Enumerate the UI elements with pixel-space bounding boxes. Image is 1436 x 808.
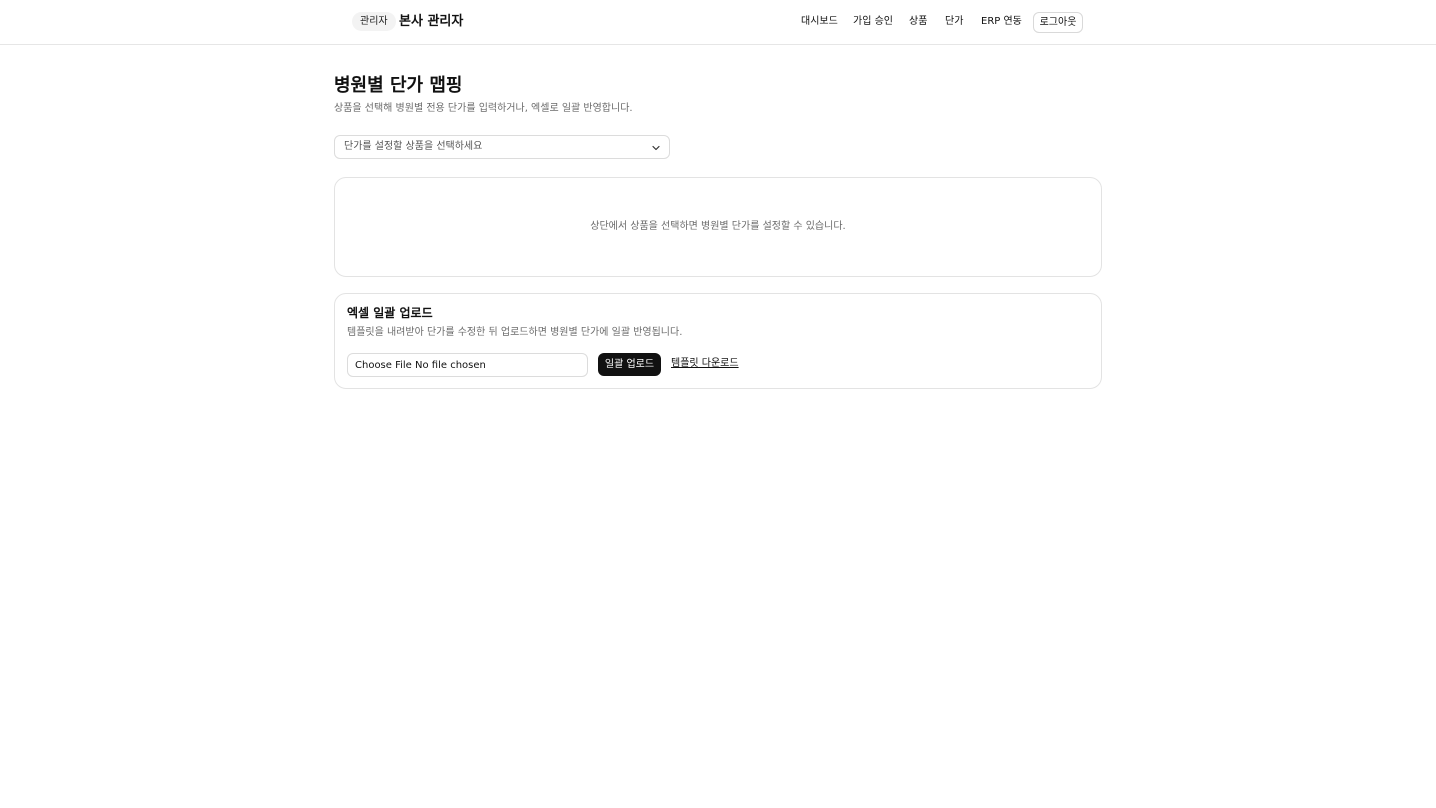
file-input-label: Choose File No file chosen [355, 360, 486, 371]
template-download-link[interactable]: 템플릿 다운로드 [671, 357, 739, 371]
logout-button[interactable]: 로그아웃 [1033, 12, 1083, 33]
nav-products[interactable]: 상품 [909, 13, 927, 31]
bulk-upload-description: 템플릿을 내려받아 단가를 수정한 뒤 업로드하면 병원별 단가에 일괄 반영됩… [347, 327, 683, 338]
bulk-upload-card: 엑셀 일괄 업로드 템플릿을 내려받아 단가를 수정한 뒤 업로드하면 병원별 … [334, 293, 1102, 389]
bulk-upload-button[interactable]: 일괄 업로드 [598, 353, 661, 376]
nav-signup-approval[interactable]: 가입 승인 [853, 13, 893, 31]
empty-state-message: 상단에서 상품을 선택하면 병원별 단가를 설정할 수 있습니다. [590, 221, 846, 232]
page-title: 병원별 단가 맵핑 [334, 75, 463, 96]
pricing-empty-state-card: 상단에서 상품을 선택하면 병원별 단가를 설정할 수 있습니다. [334, 177, 1102, 277]
nav-dashboard[interactable]: 대시보드 [801, 13, 838, 31]
chevron-down-icon [652, 145, 660, 151]
role-badge: 관리자 [352, 12, 396, 31]
file-input[interactable]: Choose File No file chosen [347, 353, 588, 377]
nav-erp-integration[interactable]: ERP 연동 [981, 13, 1022, 31]
bulk-upload-title: 엑셀 일괄 업로드 [347, 306, 433, 320]
product-select-placeholder: 단가를 설정할 상품을 선택하세요 [344, 141, 483, 152]
page-description: 상품을 선택해 병원별 전용 단가를 입력하거나, 엑셀로 일괄 반영합니다. [334, 103, 633, 114]
nav-pricing[interactable]: 단가 [945, 13, 963, 31]
brand-title[interactable]: 본사 관리자 [399, 12, 463, 31]
top-navigation-bar: 관리자 본사 관리자 대시보드 가입 승인 상품 단가 ERP 연동 로그아웃 [0, 0, 1436, 45]
product-select[interactable]: 단가를 설정할 상품을 선택하세요 [334, 135, 670, 159]
